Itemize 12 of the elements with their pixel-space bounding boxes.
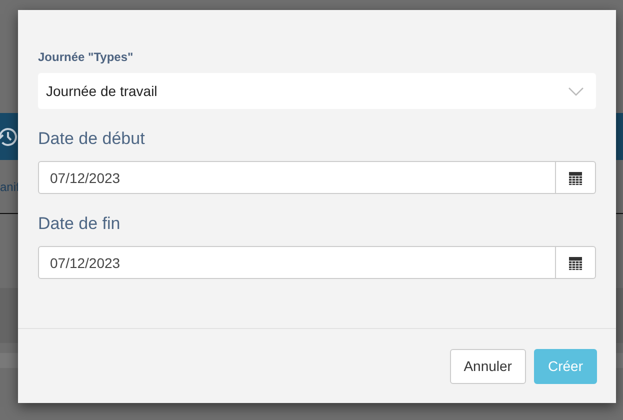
date-input[interactable]: 07/12/2023 bbox=[38, 246, 556, 279]
calendar-icon bbox=[569, 256, 582, 270]
date-input[interactable]: 07/12/2023 bbox=[38, 161, 556, 194]
field-label: Date de fin bbox=[38, 214, 120, 234]
calendar-button[interactable] bbox=[556, 246, 596, 279]
cancel-button[interactable]: Annuler bbox=[450, 348, 526, 384]
calendar-button[interactable] bbox=[556, 161, 596, 194]
field-label: Date de début bbox=[38, 129, 145, 149]
calendar-icon bbox=[569, 170, 582, 184]
chevron-icon bbox=[568, 86, 584, 96]
type-select[interactable]: Journée de travail bbox=[38, 73, 596, 109]
field-label: Journée "Types" bbox=[38, 50, 134, 64]
